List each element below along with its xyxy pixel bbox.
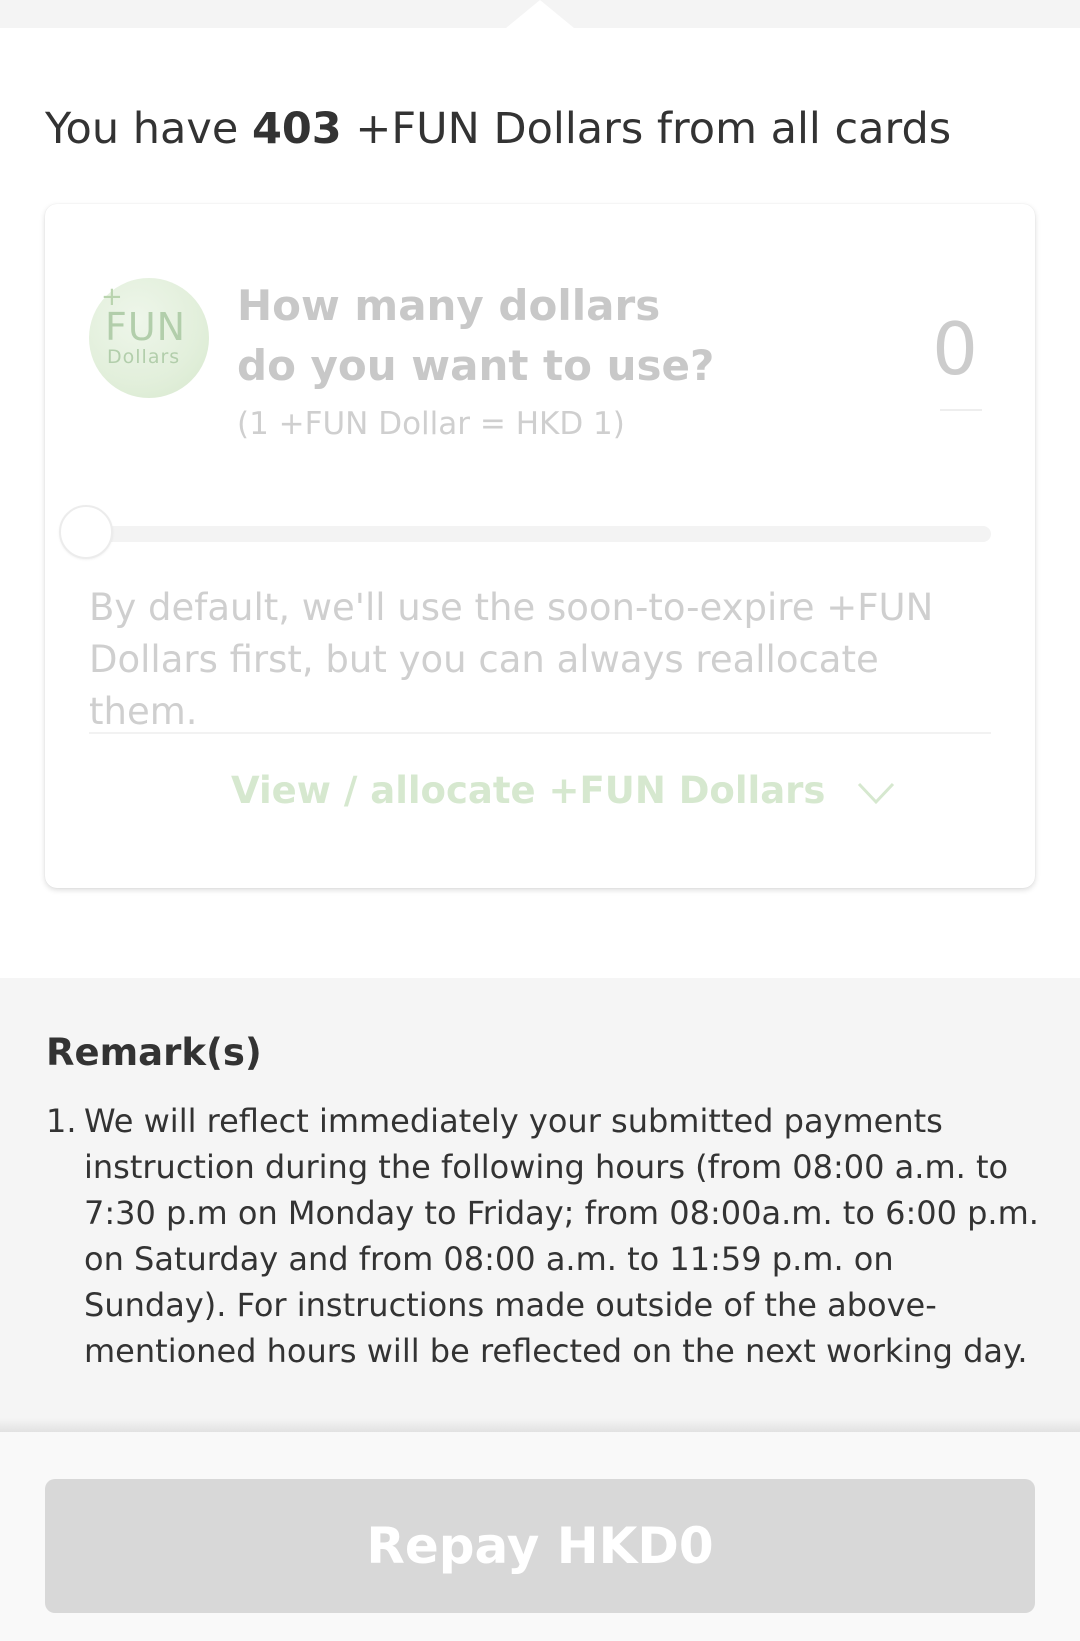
- chevron-down-icon: [858, 782, 895, 804]
- summary-prefix: You have: [45, 104, 252, 154]
- amount-slider-thumb[interactable]: [59, 505, 113, 559]
- logo-dollars: Dollars: [107, 346, 181, 368]
- remarks-section: Remark(s) 1. We will reflect immediately…: [0, 978, 1080, 1430]
- fun-dollars-card: + FUN Dollars How many dollars do you wa…: [45, 204, 1035, 888]
- amount-input[interactable]: 0: [925, 304, 985, 394]
- fun-dollars-logo: + FUN Dollars: [89, 278, 209, 398]
- view-allocate-link[interactable]: View / allocate +FUN Dollars: [231, 762, 896, 820]
- remark-number: 1.: [46, 1102, 77, 1140]
- footer-bar: Repay HKD0: [0, 1432, 1080, 1641]
- remark-text: We will reflect immediately your submitt…: [84, 1102, 1039, 1370]
- card-divider: [89, 732, 991, 734]
- fun-dollars-count: 403: [251, 104, 342, 154]
- question-line-2: do you want to use?: [237, 341, 715, 390]
- allocation-note: By default, we'll use the soon-to-expire…: [89, 586, 934, 733]
- view-allocate-label: View / allocate +FUN Dollars: [231, 769, 826, 812]
- amount-input-underline: [940, 409, 982, 411]
- tab-pointer: [506, 0, 574, 28]
- remarks-title: Remark(s): [46, 1031, 262, 1074]
- summary-suffix: +FUN Dollars from all cards: [341, 104, 952, 154]
- footer-shadow: [0, 1418, 1080, 1432]
- amount-question: How many dollars do you want to use?: [237, 276, 757, 396]
- question-line-1: How many dollars: [237, 281, 661, 330]
- amount-slider-track[interactable]: [89, 526, 991, 542]
- fun-dollars-summary: You have 403 +FUN Dollars from all cards: [45, 98, 951, 160]
- logo-fun: FUN: [105, 305, 187, 349]
- exchange-rate: (1 +FUN Dollar = HKD 1): [237, 406, 625, 442]
- repay-button[interactable]: Repay HKD0: [45, 1479, 1035, 1613]
